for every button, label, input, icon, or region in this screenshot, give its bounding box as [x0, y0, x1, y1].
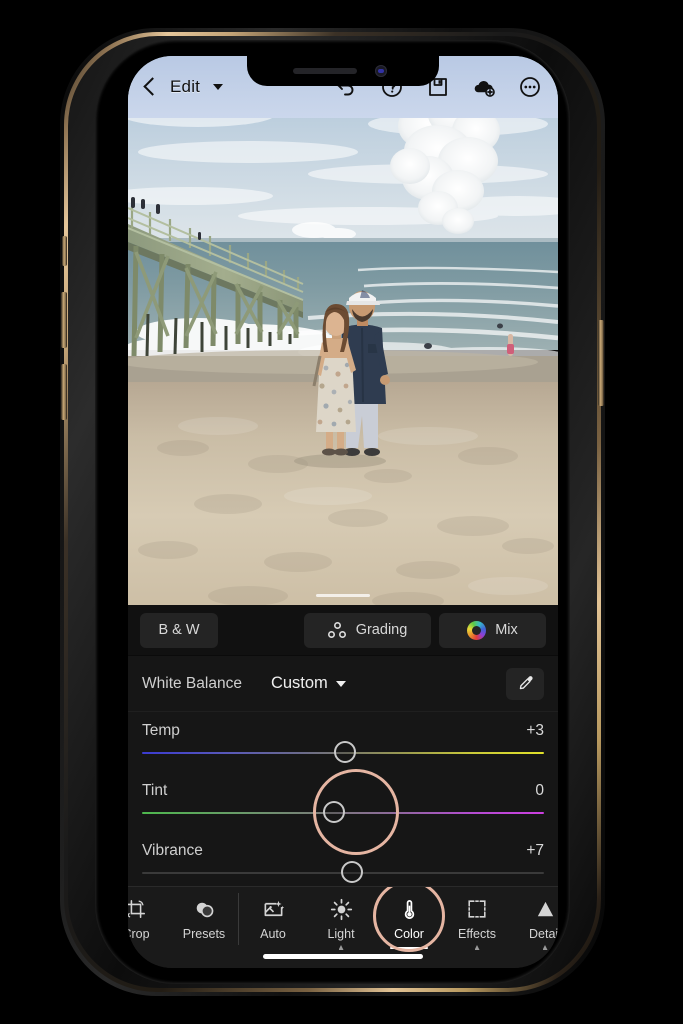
color-mode-row: B & W Grading Mix — [128, 605, 558, 656]
chevron-down-icon[interactable] — [213, 84, 224, 90]
tool-crop[interactable]: Crop — [128, 887, 170, 968]
slider-temp-handle[interactable] — [334, 741, 357, 763]
white-balance-select[interactable]: Custom — [271, 674, 346, 693]
tool-light-label: Light — [327, 927, 355, 941]
mute-switch[interactable] — [62, 236, 67, 266]
earpiece-speaker — [293, 68, 357, 74]
slider-tint-label: Tint — [142, 782, 168, 799]
power-button[interactable] — [598, 320, 604, 406]
slider-vibrance-label: Vibrance — [142, 842, 203, 859]
white-balance-label: White Balance — [142, 674, 242, 692]
tool-effects[interactable]: Effects — [443, 887, 511, 968]
mix-button[interactable]: Mix — [439, 612, 546, 648]
screenshot-root: Edit B & W Grading Mix White Balance Cus… — [0, 0, 683, 1024]
tool-effects-label: Effects — [458, 927, 496, 941]
auto-icon — [262, 895, 285, 923]
slider-vibrance-handle[interactable] — [340, 861, 363, 883]
grading-label: Grading — [355, 622, 408, 638]
tool-color-active-underline — [390, 946, 428, 949]
mix-label: Mix — [495, 622, 518, 638]
tool-detail[interactable]: Detail — [511, 887, 558, 968]
slider-temp-value: +3 — [526, 722, 544, 739]
bw-button[interactable]: B & W — [140, 612, 218, 648]
tool-crop-label: Crop — [128, 927, 150, 941]
slider-vibrance-value: +7 — [526, 842, 544, 859]
photo-drag-handle[interactable] — [316, 594, 370, 597]
slider-tint-handle[interactable] — [323, 801, 346, 823]
tool-effects-indicator — [474, 945, 480, 950]
phone-notch — [247, 56, 439, 86]
slider-temp[interactable]: Temp +3 — [128, 712, 558, 772]
front-camera — [375, 65, 387, 77]
eyedropper-button[interactable] — [506, 667, 544, 700]
white-balance-row: White Balance Custom — [128, 656, 558, 712]
light-icon — [330, 895, 353, 923]
tool-presets-label: Presets — [182, 927, 226, 941]
home-indicator[interactable] — [263, 954, 423, 959]
cloud-add-icon[interactable] — [472, 75, 496, 99]
detail-icon — [534, 895, 557, 923]
volume-up-button[interactable] — [61, 292, 67, 348]
tool-light-indicator — [338, 945, 344, 950]
color-icon — [398, 895, 421, 923]
tool-presets[interactable]: Presets — [170, 887, 238, 968]
chevron-down-icon — [335, 680, 346, 687]
color-wheel-icon — [467, 620, 487, 640]
tool-detail-label: Detail — [529, 927, 558, 941]
photo-canvas[interactable] — [128, 56, 558, 605]
effects-icon — [466, 895, 488, 923]
slider-temp-label: Temp — [142, 722, 180, 739]
white-balance-value: Custom — [270, 674, 328, 692]
phone-screen: Edit B & W Grading Mix White Balance Cus… — [128, 56, 558, 968]
tool-detail-indicator — [542, 945, 548, 950]
back-chevron-icon[interactable] — [140, 77, 160, 97]
volume-down-button[interactable] — [61, 364, 67, 420]
grading-button[interactable]: Grading — [304, 612, 431, 648]
presets-icon — [193, 895, 216, 923]
bw-label: B & W — [158, 622, 200, 638]
grading-icon — [328, 621, 347, 640]
slider-tint-value: 0 — [535, 782, 544, 799]
page-title[interactable]: Edit — [170, 77, 200, 97]
slider-tint[interactable]: Tint 0 — [128, 772, 558, 832]
slider-vibrance[interactable]: Vibrance +7 — [128, 832, 558, 892]
eyedropper-icon — [519, 676, 533, 690]
crop-icon — [128, 895, 147, 923]
tool-auto-label: Auto — [260, 927, 286, 941]
tool-color-label: Color — [394, 927, 424, 941]
more-options-icon[interactable] — [518, 75, 542, 99]
